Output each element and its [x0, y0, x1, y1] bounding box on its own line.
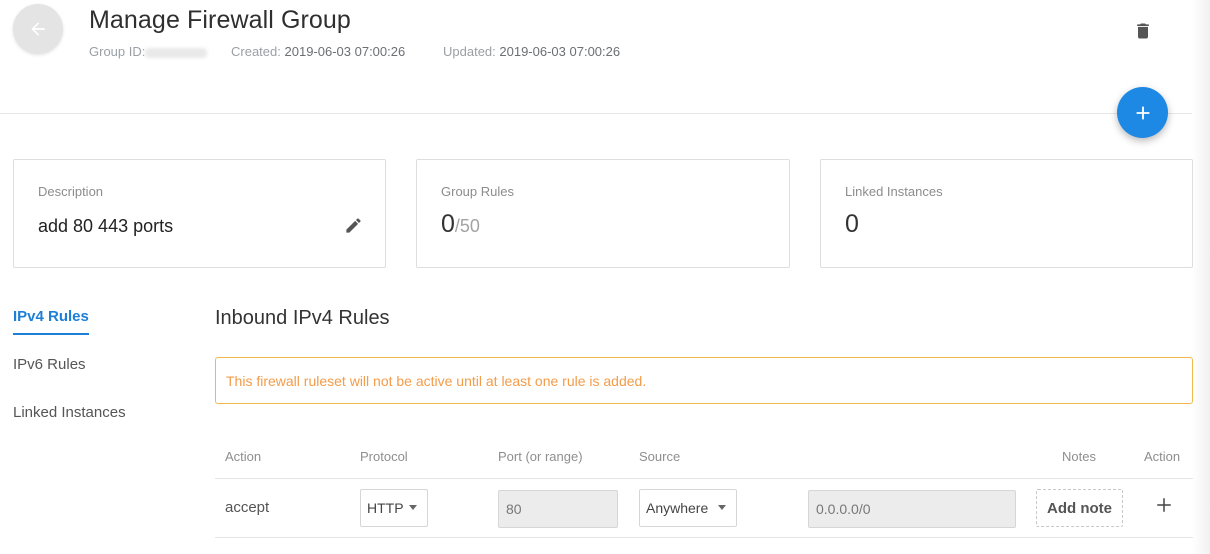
- port-value: 80: [506, 501, 522, 517]
- group-rules-limit: /50: [454, 216, 480, 236]
- chevron-down-icon: [409, 505, 417, 510]
- port-input[interactable]: 80: [498, 490, 618, 528]
- column-header-source: Source: [639, 449, 681, 464]
- group-rules-card: Group Rules 0/50: [416, 159, 790, 268]
- delete-group-button[interactable]: [1131, 19, 1155, 43]
- protocol-selected: HTTP: [367, 500, 404, 516]
- source-cidr-value: 0.0.0.0/0: [816, 501, 871, 517]
- add-rule-fab[interactable]: [1117, 87, 1168, 138]
- rule-action-value: accept: [225, 499, 270, 516]
- group-rules-count-value: 0: [441, 210, 455, 238]
- nav-item-linked-instances[interactable]: Linked Instances: [13, 404, 126, 421]
- description-label: Description: [38, 184, 104, 199]
- updated-label: Updated:: [443, 44, 496, 59]
- updated-meta: Updated: 2019-06-03 07:00:26: [443, 44, 620, 59]
- scrollbar-track: [1192, 0, 1210, 554]
- edit-description-button[interactable]: [342, 214, 364, 236]
- trash-icon: [1137, 23, 1149, 39]
- plus-icon: [1157, 498, 1171, 512]
- group-id-redacted: [145, 47, 208, 58]
- add-rule-button[interactable]: [1153, 494, 1175, 516]
- chevron-down-icon: [718, 505, 726, 510]
- column-header-action: Action: [225, 449, 262, 464]
- description-value: add 80 443 ports: [38, 216, 174, 236]
- created-meta: Created: 2019-06-03 07:00:26: [231, 44, 405, 59]
- source-selected: Anywhere: [646, 500, 709, 516]
- nav-item-ipv6-rules[interactable]: IPv6 Rules: [13, 356, 86, 373]
- linked-instances-card: Linked Instances 0: [820, 159, 1193, 268]
- arrow-left-icon: [31, 22, 45, 36]
- back-button[interactable]: [13, 4, 63, 54]
- column-header-port: Port (or range): [498, 449, 583, 464]
- updated-value: 2019-06-03 07:00:26: [499, 44, 621, 59]
- group-id-label: Group ID:: [89, 44, 146, 59]
- warning-banner: This firewall ruleset will not be active…: [215, 357, 1193, 404]
- table-header-row: Action Protocol Port (or range) Source N…: [215, 438, 1193, 479]
- column-header-action-2: Action: [1144, 449, 1181, 464]
- warning-text: This firewall ruleset will not be active…: [226, 372, 647, 389]
- protocol-select[interactable]: HTTP: [360, 489, 428, 527]
- column-header-protocol: Protocol: [360, 449, 408, 464]
- source-cidr-input[interactable]: 0.0.0.0/0: [808, 490, 1016, 528]
- linked-instances-count: 0: [845, 210, 859, 238]
- source-select[interactable]: Anywhere: [639, 489, 737, 527]
- group-id-meta: Group ID:: [89, 44, 208, 59]
- header-divider: [0, 113, 1192, 114]
- column-header-notes: Notes: [1062, 449, 1096, 464]
- created-label: Created:: [231, 44, 281, 59]
- description-card: Description add 80 443 ports: [13, 159, 386, 268]
- group-rules-count: 0/50: [441, 210, 480, 239]
- nav-item-ipv4-rules[interactable]: IPv4 Rules: [13, 308, 89, 335]
- pencil-icon: [345, 217, 361, 233]
- add-note-button[interactable]: Add note: [1036, 489, 1123, 527]
- section-title: Inbound IPv4 Rules: [215, 307, 390, 329]
- created-value: 2019-06-03 07:00:26: [284, 44, 406, 59]
- table-row: accept HTTP 80 Anywhere 0.0.0.0/0 Add no…: [215, 479, 1193, 538]
- page-title: Manage Firewall Group: [89, 6, 351, 34]
- plus-icon: [1136, 106, 1149, 119]
- linked-instances-label: Linked Instances: [845, 184, 943, 199]
- group-rules-label: Group Rules: [441, 184, 514, 199]
